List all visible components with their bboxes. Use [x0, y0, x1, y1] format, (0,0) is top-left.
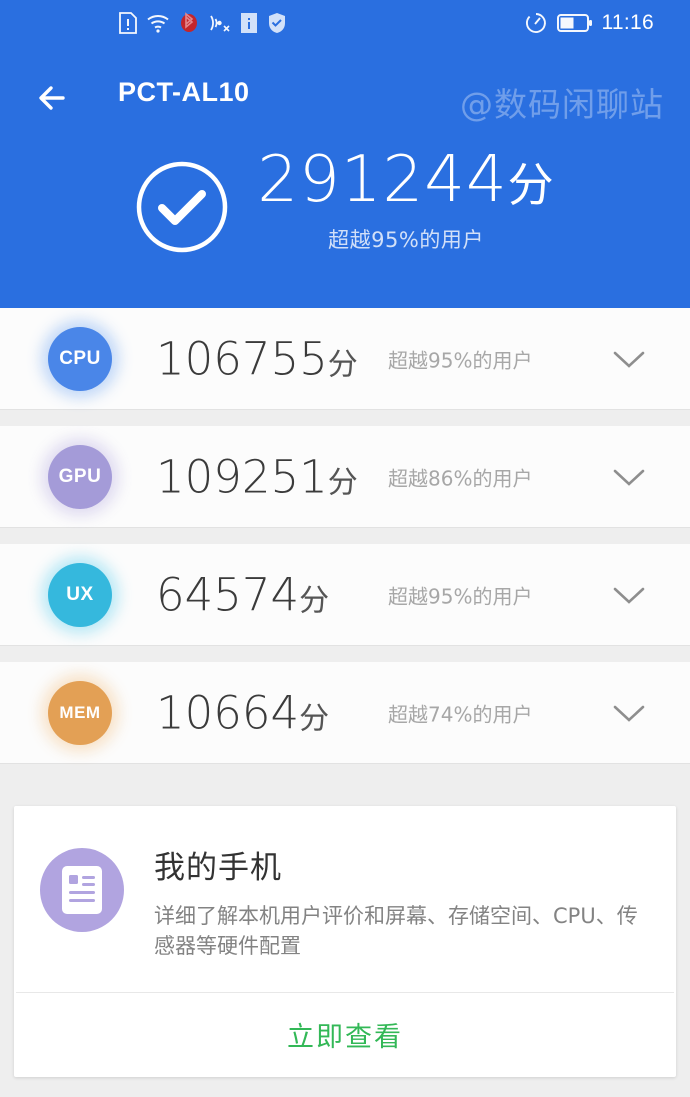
score-row-ux[interactable]: UX 64574分 超越95%的用户	[0, 544, 690, 646]
score-row-cpu[interactable]: CPU 106755分 超越95%的用户	[0, 308, 690, 410]
gpu-badge-icon: GPU	[48, 444, 112, 509]
gpu-badge-label: GPU	[58, 465, 102, 487]
my-phone-title: 我的手机	[154, 850, 282, 886]
mem-score-unit: 分	[299, 701, 330, 736]
gpu-score-number: 109251	[156, 450, 328, 503]
back-button[interactable]	[34, 78, 78, 118]
ux-score: 64574分	[156, 572, 329, 617]
status-bar: 11:16	[0, 0, 690, 54]
mem-score-number: 10664	[156, 686, 300, 739]
mem-percentile: 超越74%的用户	[388, 702, 533, 726]
mem-score: 10664分	[156, 690, 329, 735]
cpu-score-number: 106755	[156, 332, 328, 385]
nfc-off-icon	[210, 15, 230, 32]
my-phone-card-body: 我的手机 详细了解本机用户评价和屏幕、存储空间、CPU、传感器等硬件配置	[14, 806, 676, 992]
nav-bar: PCT-AL10 @数码闲聊站	[0, 62, 690, 132]
ux-percentile: 超越95%的用户	[388, 584, 533, 608]
my-phone-description: 详细了解本机用户评价和屏幕、存储空间、CPU、传感器等硬件配置	[154, 904, 638, 959]
shield-check-icon	[269, 13, 285, 33]
cpu-score: 106755分	[156, 336, 358, 381]
gpu-score-unit: 分	[327, 465, 358, 500]
speed-meter-icon	[525, 13, 546, 33]
total-score-value: 291244分	[257, 148, 554, 212]
total-score-subtitle: 超越95%的用户	[328, 228, 484, 252]
chevron-down-icon[interactable]	[612, 585, 646, 605]
view-now-button[interactable]: 立即查看	[14, 993, 676, 1077]
bluetooth-alert-icon	[181, 12, 197, 32]
cpu-score-unit: 分	[327, 347, 358, 382]
mem-badge-label: MEM	[59, 702, 101, 722]
arrow-left-icon	[39, 86, 65, 110]
gpu-percentile: 超越86%的用户	[388, 466, 533, 490]
cpu-percentile: 超越95%的用户	[388, 348, 533, 372]
status-bar-right-icons: 11:16	[524, 11, 655, 35]
page-title: PCT-AL10	[118, 77, 250, 107]
chevron-down-icon[interactable]	[612, 703, 646, 723]
sim-card-alert-icon	[119, 12, 137, 34]
total-score-section: 291244分 超越95%的用户	[0, 148, 690, 254]
document-list-icon	[40, 848, 124, 932]
antutu-result-screen: 11:16 PCT-AL10 @数码闲聊站 291244分 超越95%的用户 C…	[0, 0, 690, 1097]
blue-header: 11:16 PCT-AL10 @数码闲聊站 291244分 超越95%的用户	[0, 0, 690, 308]
ux-badge-label: UX	[66, 583, 94, 605]
chevron-down-icon[interactable]	[612, 349, 646, 369]
total-score-number: 291244	[257, 143, 508, 217]
ux-score-unit: 分	[299, 583, 330, 618]
status-bar-left-icons	[118, 11, 288, 35]
my-phone-card[interactable]: 我的手机 详细了解本机用户评价和屏幕、存储空间、CPU、传感器等硬件配置 立即查…	[14, 806, 676, 1077]
battery-icon	[556, 14, 592, 32]
ux-badge-icon: UX	[48, 562, 112, 627]
ux-score-number: 64574	[156, 568, 300, 621]
my-phone-card-text: 我的手机 详细了解本机用户评价和屏幕、存储空间、CPU、传感器等硬件配置	[154, 842, 650, 962]
document-list-glyph	[62, 866, 102, 914]
gpu-score: 109251分	[156, 454, 358, 499]
check-circle-icon	[137, 161, 228, 253]
total-score-unit: 分	[507, 158, 555, 212]
score-row-mem[interactable]: MEM 10664分 超越74%的用户	[0, 662, 690, 764]
cpu-badge-label: CPU	[59, 347, 101, 369]
score-row-gpu[interactable]: GPU 109251分 超越86%的用户	[0, 426, 690, 528]
wifi-icon	[147, 15, 169, 33]
status-bar-clock: 11:16	[601, 11, 654, 34]
info-icon	[241, 13, 257, 33]
score-rows: CPU 106755分 超越95%的用户 GPU 109251分 超越86%的用…	[0, 308, 690, 780]
watermark: @数码闲聊站	[460, 85, 664, 124]
cpu-badge-icon: CPU	[48, 326, 112, 391]
mem-badge-icon: MEM	[48, 680, 112, 745]
chevron-down-icon[interactable]	[612, 467, 646, 487]
